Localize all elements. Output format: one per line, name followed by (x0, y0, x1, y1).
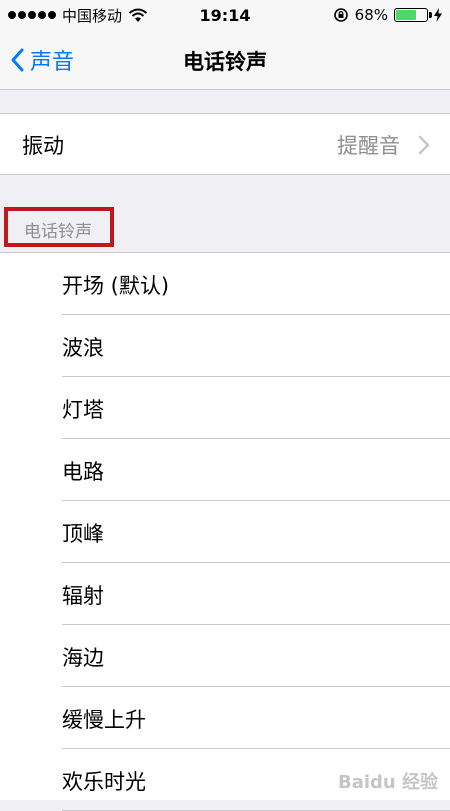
ringtone-list: 开场 (默认) 波浪灯塔电路顶峰辐射海边缓慢上升欢乐时光 (0, 253, 450, 811)
battery-percent: 68% (354, 6, 388, 24)
section-header-highlight: 电话铃声 (4, 207, 114, 247)
section-header: 电话铃声 (24, 222, 92, 242)
battery-level (396, 10, 416, 20)
ringtone-item[interactable]: 海边 (0, 625, 450, 687)
rotation-lock-icon (333, 8, 348, 22)
ringtone-label: 波浪 (62, 336, 104, 360)
ringtone-label: 缓慢上升 (62, 708, 146, 732)
ringtone-label: 海边 (62, 646, 104, 670)
ringtone-label: 电路 (62, 460, 104, 484)
ringtone-item[interactable]: 辐射 (0, 563, 450, 625)
ringtone-label: 欢乐时光 (62, 770, 146, 794)
navigation-bar: 声音 电话铃声 (0, 30, 450, 90)
chevron-right-icon (418, 135, 430, 155)
ringtone-item[interactable]: 电路 (0, 439, 450, 501)
vibration-row[interactable]: 振动 提醒音 (0, 113, 450, 175)
ringtone-item[interactable]: 缓慢上升 (0, 687, 450, 749)
ringtone-item[interactable]: 开场 (默认) (0, 253, 450, 315)
ringtone-item[interactable]: 灯塔 (0, 377, 450, 439)
vibration-label: 振动 (22, 134, 64, 158)
ringtone-label: 开场 (默认) (62, 274, 170, 298)
page-title: 电话铃声 (183, 50, 267, 74)
vibration-value: 提醒音 (337, 134, 400, 158)
ringtone-item[interactable]: 顶峰 (0, 501, 450, 563)
status-bar: 中国移动 19:14 68% (0, 0, 450, 30)
ringtone-label: 辐射 (62, 584, 104, 608)
watermark: Baidu 经验 (337, 772, 438, 793)
battery-icon (394, 8, 432, 22)
ringtone-label: 顶峰 (62, 522, 104, 546)
status-right: 68% (333, 5, 442, 25)
ringtone-item[interactable]: 波浪 (0, 315, 450, 377)
ringtone-label: 灯塔 (62, 398, 104, 422)
charging-bolt-icon (434, 8, 442, 22)
